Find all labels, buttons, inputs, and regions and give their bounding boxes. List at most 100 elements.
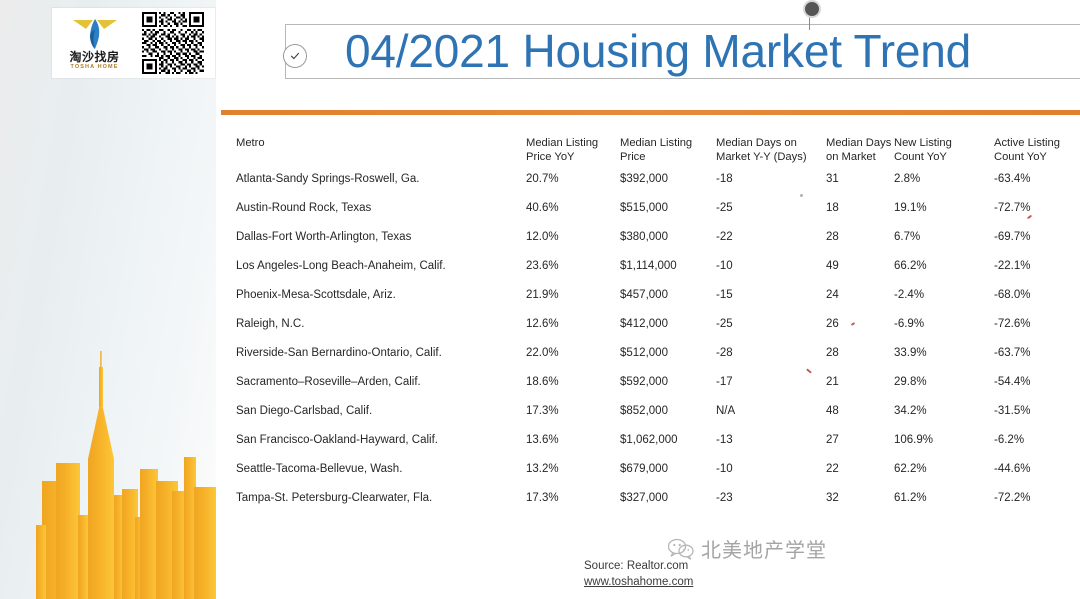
scan-speck (800, 194, 803, 197)
cell-new-listing-count-yoy: 106.9% (894, 433, 934, 446)
cell-active-listing-count-yoy: -72.6% (994, 317, 1031, 330)
header-line-2: Price YoY (526, 151, 575, 163)
cell-median-days-on-market: 26 (826, 317, 839, 330)
cell-metro: Austin-Round Rock, Texas (236, 201, 372, 214)
cell-active-listing-count-yoy: -69.7% (994, 230, 1031, 243)
cell-median-days-on-market-yy: -25 (716, 317, 733, 330)
cell-metro: Raleigh, N.C. (236, 317, 305, 330)
table-row: San Diego-Carlsbad, Calif. 17.3% $852,000 N… (216, 396, 1080, 425)
cell-active-listing-count-yoy: -72.7% (994, 201, 1031, 214)
cell-median-listing-price-yoy: 21.9% (526, 288, 559, 301)
cell-new-listing-count-yoy: 34.2% (894, 404, 927, 417)
column-header-active-listing-count-yoy[interactable]: Active Listing Count YoY (994, 118, 1080, 164)
cell-metro: Phoenix-Mesa-Scottsdale, Ariz. (236, 288, 396, 301)
cell-median-days-on-market: 22 (826, 462, 839, 475)
cell-median-listing-price: $380,000 (620, 230, 668, 243)
header-line-1: Median Listing (620, 137, 693, 149)
cell-median-listing-price: $457,000 (620, 288, 668, 301)
cell-median-listing-price-yoy: 13.2% (526, 462, 559, 475)
check-badge-icon[interactable] (283, 44, 307, 68)
header-line-2: Price (620, 151, 646, 163)
cell-median-days-on-market: 48 (826, 404, 839, 417)
cell-median-listing-price-yoy: 22.0% (526, 346, 559, 359)
column-header-new-listing-count-yoy[interactable]: New Listing Count YoY (894, 118, 994, 164)
column-header-median-listing-price-yoy[interactable]: Median Listing Price YoY (526, 118, 620, 164)
cell-new-listing-count-yoy: 29.8% (894, 375, 927, 388)
watermark-text: 北美地产学堂 (701, 538, 827, 562)
rotation-handle[interactable] (803, 0, 821, 18)
cell-median-listing-price: $679,000 (620, 462, 668, 475)
housing-market-table-container: Metro Median Listing Price YoY Median Li… (216, 118, 1080, 512)
header-line-2: Count YoY (994, 151, 1047, 163)
cell-new-listing-count-yoy: 2.8% (894, 172, 921, 185)
column-header-median-listing-price[interactable]: Median Listing Price (620, 118, 716, 164)
orange-divider (221, 110, 1080, 115)
cell-active-listing-count-yoy: -68.0% (994, 288, 1031, 301)
cell-median-days-on-market-yy: -15 (716, 288, 733, 301)
table-row: Atlanta-Sandy Springs-Roswell, Ga. 20.7% $… (216, 164, 1080, 193)
header-line-1: Median Days (826, 137, 892, 149)
cell-new-listing-count-yoy: 66.2% (894, 259, 927, 272)
cell-median-days-on-market: 21 (826, 375, 839, 388)
cell-median-listing-price: $392,000 (620, 172, 668, 185)
cell-median-listing-price-yoy: 40.6% (526, 201, 559, 214)
header-line-1: Median Days on (716, 137, 797, 149)
header-line-1: Metro (236, 137, 265, 149)
cell-metro: Tampa-St. Petersburg-Clearwater, Fla. (236, 491, 433, 504)
cell-active-listing-count-yoy: -6.2% (994, 433, 1025, 446)
cell-active-listing-count-yoy: -72.2% (994, 491, 1031, 504)
logo-mark-icon (72, 18, 117, 49)
cell-median-listing-price: $852,000 (620, 404, 668, 417)
cell-median-listing-price-yoy: 20.7% (526, 172, 559, 185)
left-decorative-panel (0, 0, 216, 599)
cell-new-listing-count-yoy: -6.9% (894, 317, 925, 330)
cell-median-listing-price-yoy: 12.0% (526, 230, 559, 243)
cell-metro: Sacramento–Roseville–Arden, Calif. (236, 375, 421, 388)
cell-active-listing-count-yoy: -31.5% (994, 404, 1031, 417)
cell-median-days-on-market: 28 (826, 230, 839, 243)
cell-metro: Seattle-Tacoma-Bellevue, Wash. (236, 462, 403, 475)
cell-median-days-on-market-yy: -25 (716, 201, 733, 214)
cell-median-listing-price-yoy: 17.3% (526, 404, 559, 417)
brand-logo-qr-box: 淘沙找房 TOSHA HOME (52, 8, 215, 78)
cell-metro: Atlanta-Sandy Springs-Roswell, Ga. (236, 172, 420, 185)
cell-median-days-on-market-yy: -28 (716, 346, 733, 359)
cell-median-days-on-market-yy: -13 (716, 433, 733, 446)
table-header-row: Metro Median Listing Price YoY Median Li… (216, 118, 1080, 164)
slide-canvas: 淘沙找房 TOSHA HOME 04/2021 Housing Market T… (0, 0, 1080, 599)
header-line-2: on Market (826, 151, 876, 163)
cell-active-listing-count-yoy: -54.4% (994, 375, 1031, 388)
header-line-2: Count YoY (894, 151, 947, 163)
cell-median-days-on-market: 32 (826, 491, 839, 504)
wechat-icon (668, 538, 694, 560)
city-skyline-graphic (36, 351, 216, 599)
qr-code[interactable] (137, 8, 209, 78)
cell-new-listing-count-yoy: 61.2% (894, 491, 927, 504)
column-header-median-days-on-market[interactable]: Median Days on Market (826, 118, 894, 164)
cell-new-listing-count-yoy: 33.9% (894, 346, 927, 359)
header-line-1: Active Listing (994, 137, 1060, 149)
source-url-link[interactable]: www.toshahome.com (584, 574, 693, 590)
cell-median-listing-price: $512,000 (620, 346, 668, 359)
cell-active-listing-count-yoy: -63.4% (994, 172, 1031, 185)
cell-median-days-on-market-yy: -23 (716, 491, 733, 504)
qr-code-icon (142, 12, 204, 74)
cell-metro: San Francisco-Oakland-Hayward, Calif. (236, 433, 438, 446)
cell-median-listing-price: $327,000 (620, 491, 668, 504)
check-icon (290, 52, 300, 60)
cell-metro: Los Angeles-Long Beach-Anaheim, Calif. (236, 259, 446, 272)
housing-market-table: Metro Median Listing Price YoY Median Li… (216, 118, 1080, 512)
table-row: Los Angeles-Long Beach-Anaheim, Calif. 23… (216, 251, 1080, 280)
table-body: Atlanta-Sandy Springs-Roswell, Ga. 20.7% $… (216, 164, 1080, 512)
source-text: Source: Realtor.com (584, 560, 689, 572)
cell-median-listing-price: $412,000 (620, 317, 668, 330)
column-header-metro[interactable]: Metro (216, 118, 526, 164)
table-row: Raleigh, N.C. 12.6% $412,000 -25 26 -6.9% -72.… (216, 309, 1080, 338)
column-header-median-days-on-market-yy[interactable]: Median Days on Market Y-Y (Days) (716, 118, 826, 164)
cell-new-listing-count-yoy: 6.7% (894, 230, 921, 243)
cell-median-days-on-market: 49 (826, 259, 839, 272)
cell-metro: San Diego-Carlsbad, Calif. (236, 404, 373, 417)
table-row: Dallas-Fort Worth-Arlington, Texas 12.0% $… (216, 222, 1080, 251)
cell-median-days-on-market-yy: -10 (716, 259, 733, 272)
logo-english-name: TOSHA HOME (70, 63, 119, 70)
